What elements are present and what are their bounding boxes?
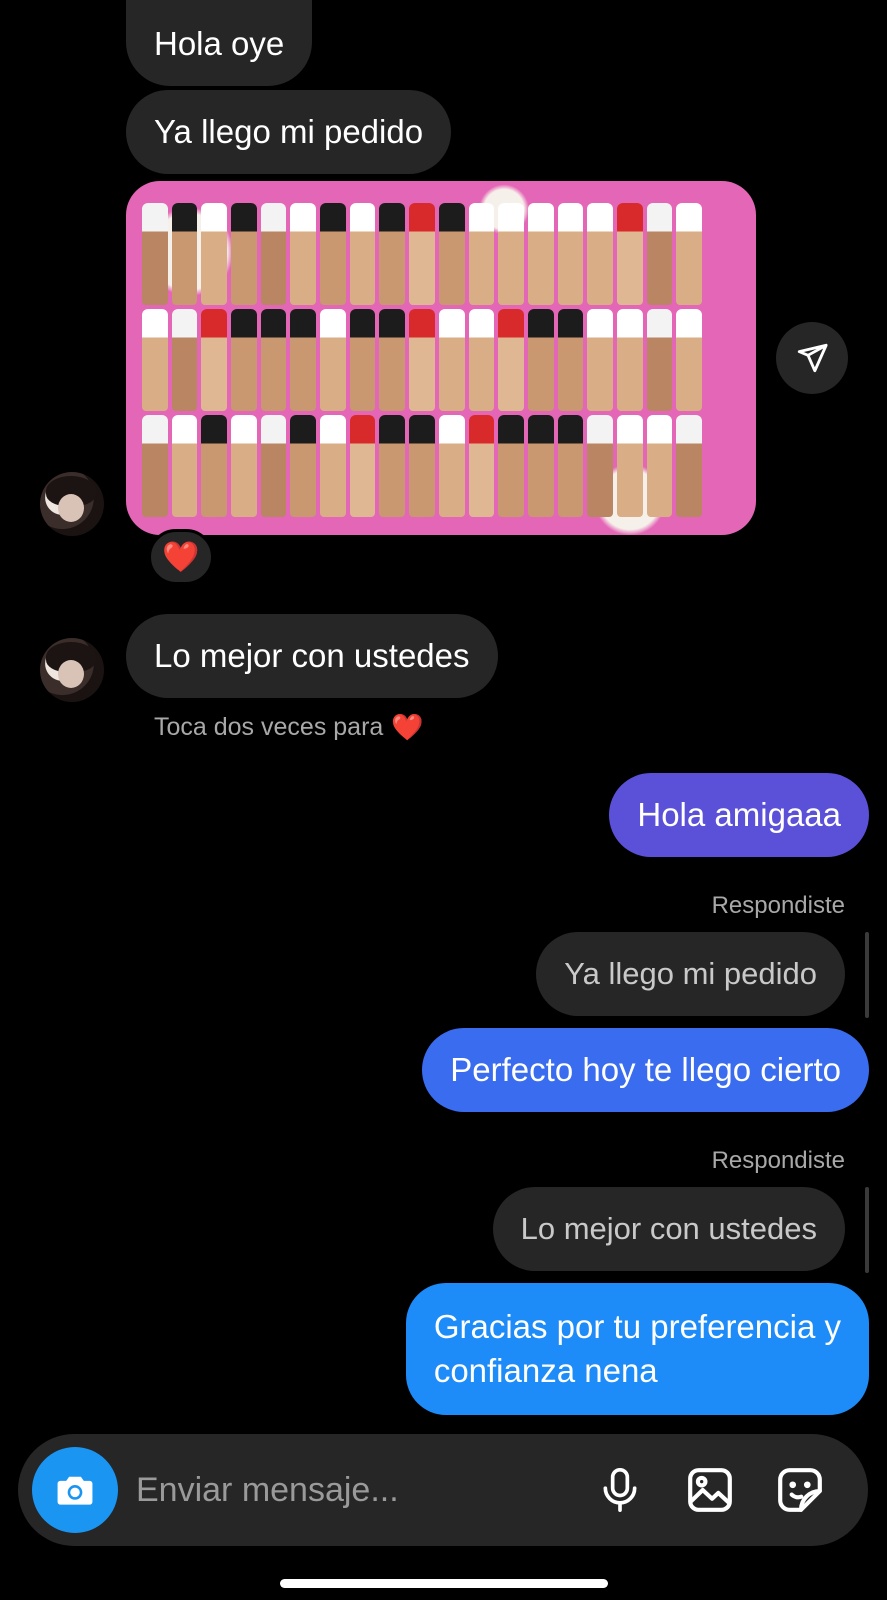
double-tap-hint: Toca dos veces para ❤️ <box>154 712 424 743</box>
reply-indicator-bar <box>865 1187 869 1273</box>
hint-text: Toca dos veces para <box>154 713 384 741</box>
message-bubble-out[interactable]: Perfecto hoy te llego cierto <box>422 1028 869 1112</box>
gallery-button[interactable] <box>680 1460 740 1520</box>
microphone-icon <box>603 1468 637 1512</box>
message-bubble-out[interactable]: Hola amigaaa <box>609 773 869 857</box>
contact-avatar[interactable] <box>40 638 104 702</box>
quoted-message[interactable]: Lo mejor con ustedes <box>492 1187 845 1271</box>
message-composer <box>18 1434 868 1546</box>
camera-icon <box>57 1476 93 1505</box>
message-text: Hola amigaaa <box>637 796 841 833</box>
home-indicator[interactable] <box>280 1579 608 1588</box>
sticker-icon <box>778 1468 822 1512</box>
heart-emoji-icon: ❤️ <box>162 540 200 574</box>
message-bubble-in[interactable]: Hola oye <box>126 0 313 86</box>
heart-emoji-icon: ❤️ <box>391 712 424 742</box>
gallery-icon <box>688 1468 732 1512</box>
heart-reaction[interactable]: ❤️ <box>148 529 214 585</box>
quoted-text: Ya llego mi pedido <box>564 956 817 991</box>
quoted-message[interactable]: Ya llego mi pedido <box>536 932 845 1016</box>
voice-message-button[interactable] <box>590 1460 650 1520</box>
photo-content-makeup-bottles <box>142 203 702 517</box>
message-bubble-in[interactable]: Ya llego mi pedido <box>126 90 452 174</box>
message-text-line: Gracias por tu preferencia y <box>433 1308 841 1345</box>
send-paper-plane-icon <box>797 343 828 373</box>
message-text: Lo mejor con ustedes <box>154 637 470 674</box>
avatar-face <box>58 660 84 688</box>
replied-label: Respondiste <box>711 892 845 919</box>
reply-indicator-bar <box>865 932 869 1018</box>
avatar-face <box>58 494 84 522</box>
message-text: Hola oye <box>154 25 285 62</box>
message-text-line: confianza nena <box>433 1352 658 1389</box>
share-photo-button[interactable] <box>776 322 848 394</box>
message-text: Ya llego mi pedido <box>154 113 424 150</box>
message-bubble-out[interactable]: Gracias por tu preferencia y confianza n… <box>405 1283 869 1415</box>
replied-label: Respondiste <box>711 1147 845 1174</box>
sticker-button[interactable] <box>770 1460 830 1520</box>
message-text: Perfecto hoy te llego cierto <box>450 1051 841 1088</box>
message-input[interactable] <box>136 1458 576 1522</box>
quoted-text: Lo mejor con ustedes <box>520 1211 817 1246</box>
message-bubble-in[interactable]: Lo mejor con ustedes <box>126 614 498 698</box>
photo-message[interactable] <box>126 181 756 535</box>
contact-avatar[interactable] <box>40 472 104 536</box>
camera-button[interactable] <box>32 1447 118 1533</box>
